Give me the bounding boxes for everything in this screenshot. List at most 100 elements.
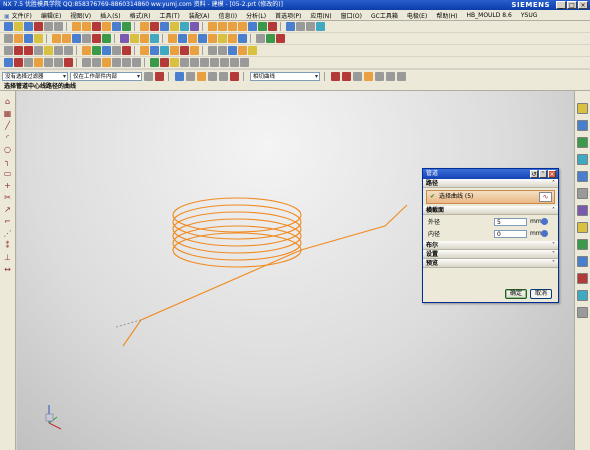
deselect-icon[interactable] <box>186 71 195 81</box>
mesh-surface-icon[interactable] <box>218 46 227 55</box>
bounded-plane-icon[interactable] <box>238 46 247 55</box>
edge-blend-icon[interactable] <box>170 22 179 31</box>
datum-axis-icon[interactable] <box>24 34 33 43</box>
maximize-button[interactable]: □ <box>567 1 577 9</box>
fillet-tool-icon[interactable] <box>44 46 53 55</box>
menu-gc-toolkit[interactable]: GC工具箱 <box>370 11 399 20</box>
face-select-icon[interactable] <box>219 71 228 81</box>
constraint-icon[interactable]: ⊥ <box>3 253 13 262</box>
wcs-dynamics-icon[interactable] <box>150 34 159 43</box>
point-icon[interactable]: + <box>3 181 13 190</box>
shell-icon[interactable] <box>190 22 199 31</box>
shaded-icon[interactable] <box>168 34 177 43</box>
helix-turn[interactable] <box>172 211 302 247</box>
snap-on-curve-icon[interactable] <box>122 58 131 67</box>
sphere-icon[interactable] <box>238 22 247 31</box>
chamfer-icon[interactable] <box>180 22 189 31</box>
boolean-group-header[interactable]: 布尔 ˅ <box>423 241 558 250</box>
front-view-icon[interactable] <box>238 34 247 43</box>
system-materials-icon[interactable] <box>577 205 588 216</box>
snap-on-face-icon[interactable] <box>132 58 141 67</box>
view-zoom-icon[interactable] <box>296 22 305 31</box>
snap-arc-center-icon[interactable] <box>364 71 373 81</box>
training-icon[interactable] <box>577 307 588 318</box>
ok-button[interactable]: 确定 <box>505 289 527 299</box>
intersection-curve-icon[interactable] <box>180 46 189 55</box>
menu-edit[interactable]: 编辑(E) <box>40 11 62 20</box>
view-fit-icon[interactable] <box>286 22 295 31</box>
system-scenes-icon[interactable] <box>577 239 588 250</box>
pad-icon[interactable] <box>122 22 131 31</box>
preview-group-header[interactable]: 预览 ˅ <box>423 259 558 268</box>
boss-icon[interactable] <box>102 22 111 31</box>
inner-diameter-input[interactable]: 0 <box>494 229 527 238</box>
revolve-icon[interactable] <box>82 22 91 31</box>
stop-at-intersection-icon[interactable] <box>160 58 169 67</box>
helix-turn[interactable] <box>172 225 302 261</box>
menu-application[interactable]: 应用(N) <box>309 11 332 20</box>
select-curve-row[interactable]: ✔ 选择曲线 (5) ∿ <box>426 190 555 204</box>
menu-view[interactable]: 视图(V) <box>69 11 92 20</box>
curve-select-icon[interactable]: ∿ <box>539 192 552 202</box>
menu-electrode[interactable]: 电极(E) <box>406 11 428 20</box>
unite-icon[interactable] <box>140 22 149 31</box>
wireframe-icon[interactable] <box>178 34 187 43</box>
snap-control-point-icon[interactable] <box>82 58 91 67</box>
follow-fillet-icon[interactable] <box>170 58 179 67</box>
circle-tool-icon[interactable] <box>34 46 43 55</box>
view-rotate-icon[interactable] <box>306 22 315 31</box>
top-view-icon[interactable] <box>228 34 237 43</box>
snap-quadrant-icon[interactable] <box>102 58 111 67</box>
plane-icon[interactable] <box>34 58 43 67</box>
paste-icon[interactable] <box>54 22 63 31</box>
menu-ysug[interactable]: YSUG <box>520 12 539 19</box>
datum-plane-icon[interactable] <box>14 34 23 43</box>
divide-curve-icon[interactable] <box>160 46 169 55</box>
section-group-header[interactable]: 横截面 ˄ <box>423 206 558 215</box>
edit-object-display-icon[interactable] <box>140 34 149 43</box>
trim-icon[interactable]: ✂ <box>3 193 13 202</box>
draft-icon[interactable] <box>248 22 257 31</box>
select-all-icon[interactable] <box>175 71 184 81</box>
measure-distance-icon[interactable] <box>256 34 265 43</box>
profile-icon[interactable] <box>4 46 13 55</box>
plus-icon[interactable] <box>220 58 229 67</box>
history-icon[interactable] <box>577 137 588 148</box>
reset-icon[interactable]: ↺ <box>530 170 538 178</box>
body-select-icon[interactable] <box>208 71 217 81</box>
measure-body-icon[interactable] <box>276 34 285 43</box>
vector-icon[interactable] <box>24 58 33 67</box>
minimize-button[interactable]: _ <box>556 1 566 9</box>
copy-icon[interactable] <box>44 22 53 31</box>
helix-icon[interactable] <box>92 46 101 55</box>
section-curve-icon[interactable] <box>190 46 199 55</box>
snap-mid-red-icon[interactable] <box>342 71 351 81</box>
block-icon[interactable] <box>208 22 217 31</box>
snap-endpoint-icon[interactable] <box>44 58 53 67</box>
part-navigator-icon[interactable] <box>577 120 588 131</box>
formula-menu-icon[interactable] <box>541 218 548 225</box>
cancel-button[interactable]: 取消 <box>530 289 552 299</box>
save-icon[interactable] <box>24 22 33 31</box>
helix-curve[interactable] <box>172 197 302 268</box>
rectangle-icon[interactable]: ▭ <box>3 169 13 178</box>
trim-curve-icon[interactable] <box>150 46 159 55</box>
sketch-task-icon[interactable] <box>4 34 13 43</box>
menu-tools[interactable]: 工具(T) <box>158 11 180 20</box>
thread-icon[interactable] <box>72 34 81 43</box>
menu-file[interactable]: 文件(F) <box>3 11 33 20</box>
helix-turn[interactable] <box>172 232 302 268</box>
text-icon[interactable] <box>102 34 111 43</box>
view-pan-icon[interactable] <box>316 22 325 31</box>
pattern-icon[interactable] <box>82 34 91 43</box>
studio-icon[interactable] <box>188 34 197 43</box>
snap-existing-point-icon[interactable] <box>112 58 121 67</box>
menu-hb-mould[interactable]: HB_MOULD 8.6 <box>466 12 513 19</box>
hole-icon[interactable] <box>92 22 101 31</box>
spline-icon[interactable] <box>82 46 91 55</box>
line-icon[interactable]: ╱ <box>3 121 13 130</box>
feature-select-icon[interactable] <box>197 71 206 81</box>
menu-assembly[interactable]: 装配(A) <box>188 11 211 20</box>
project-curve-icon[interactable] <box>112 46 121 55</box>
extrude-icon[interactable] <box>72 22 81 31</box>
